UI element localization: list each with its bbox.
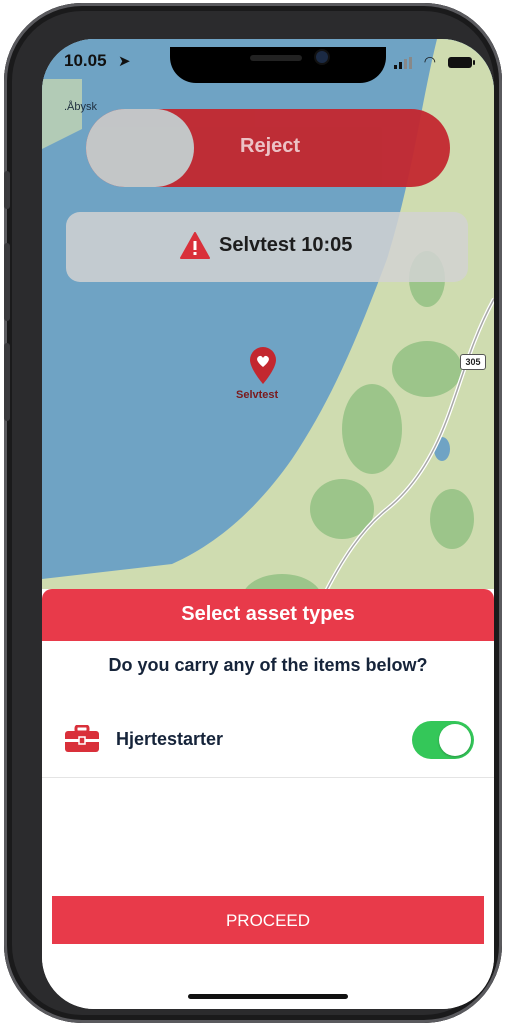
map-place-label: .Åbysk [64,101,98,113]
pin-label: Selvtest [236,389,279,401]
asset-label: Hjertestarter [116,729,224,749]
toggle-knob [439,724,471,756]
volume-down-button [4,343,10,421]
warning-triangle-icon [180,232,210,259]
reject-slider-knob[interactable] [86,109,194,187]
sheet-header: Select asset types [42,589,494,641]
battery-icon [448,57,475,68]
screen: 10.05 ➤ ◠ .Åbysk Reject Selvtest 10:05 S… [42,39,494,1009]
volume-up-button [4,243,10,321]
asset-toggle[interactable] [412,721,474,759]
sheet-question: Do you carry any of the items below? [108,655,428,675]
alert-text: Selvtest 10:05 [219,234,353,256]
reject-slider[interactable]: Reject [86,109,450,187]
toolbox-icon [65,725,99,752]
wifi-icon: ◠ [423,53,436,69]
location-arrow-icon: ➤ [118,53,131,70]
status-bar: 10.05 ➤ ◠ [42,47,494,83]
list-item[interactable]: Hjertestarter [42,701,494,778]
notch [170,47,386,83]
speaker [250,55,302,61]
camera [316,51,328,63]
asset-sheet: Select asset types Do you carry any of t… [42,589,494,1009]
signal-icon [394,57,412,69]
mute-switch [4,171,10,209]
road-number-badge: 305 [460,354,486,370]
home-indicator [188,994,348,999]
sheet-title: Select asset types [181,603,355,625]
status-time: 10.05 [64,51,107,70]
proceed-button[interactable]: PROCEED [52,896,484,944]
reject-label: Reject [240,135,301,157]
alert-banner[interactable]: Selvtest 10:05 [66,212,468,282]
heart-pin-icon[interactable] [248,345,278,385]
phone-frame: 10.05 ➤ ◠ .Åbysk Reject Selvtest 10:05 S… [4,3,502,1023]
